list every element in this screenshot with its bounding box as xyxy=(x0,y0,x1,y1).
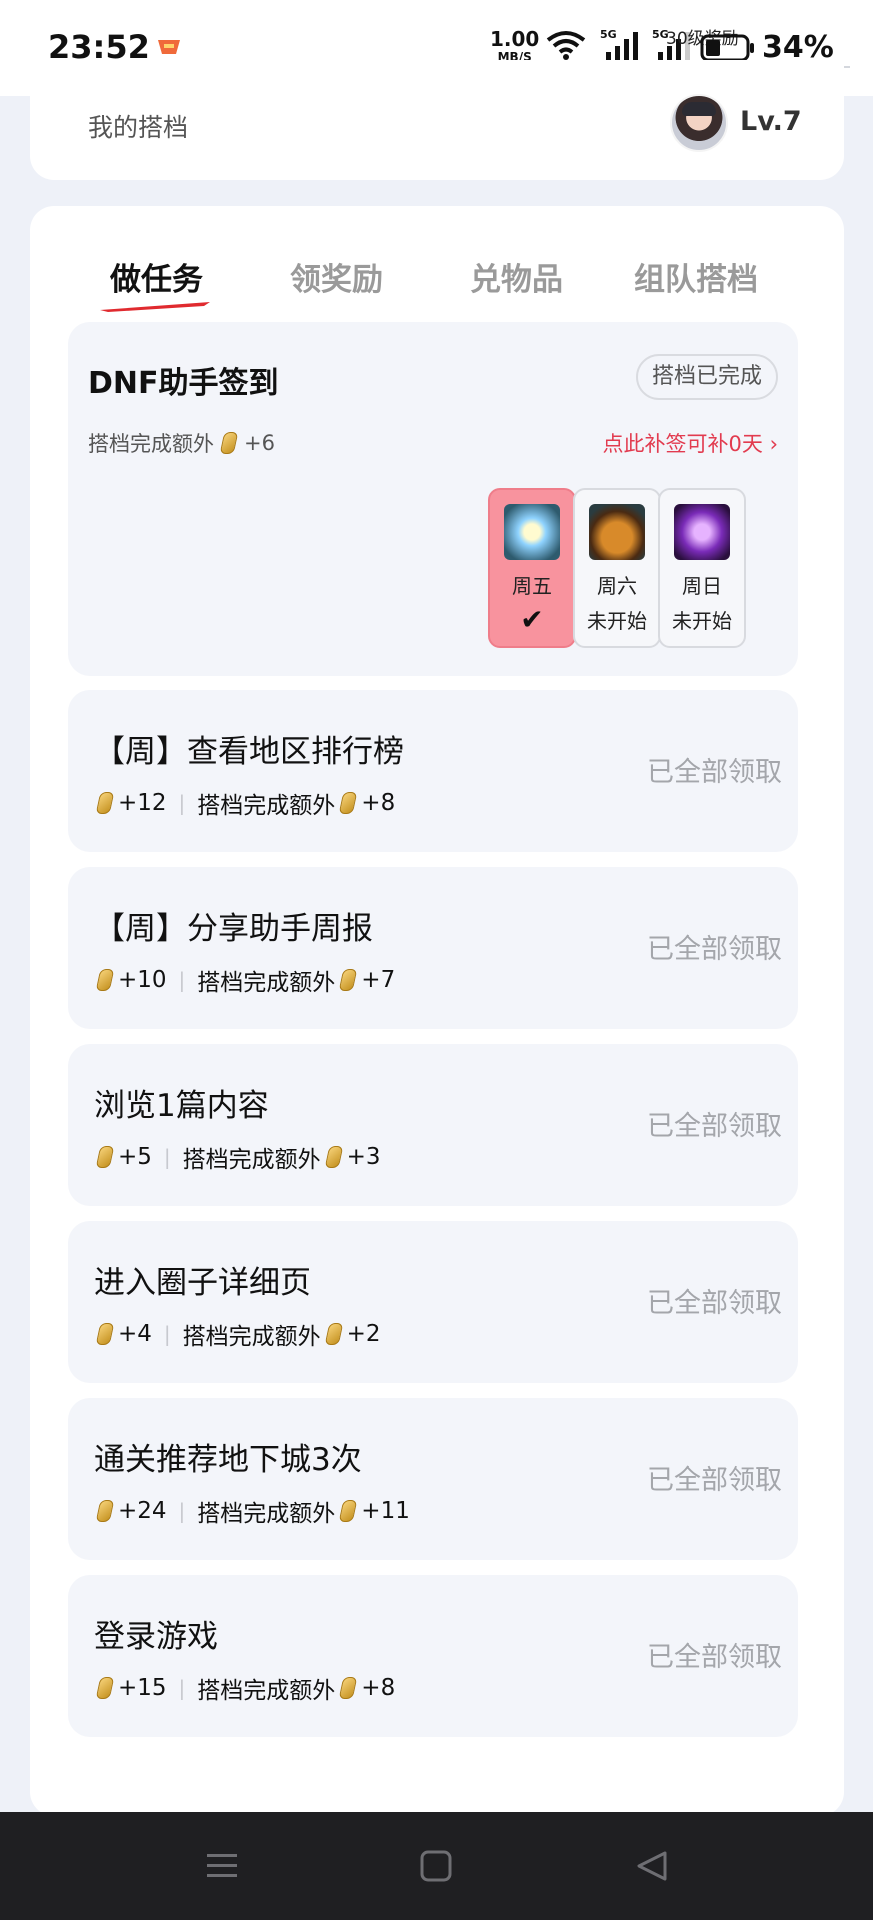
task-item: 浏览1篇内容 +5 | 搭档完成额外 +3 已全部领取 xyxy=(68,1044,798,1206)
coin-icon xyxy=(338,969,358,991)
tab-claim-rewards[interactable]: 领奖励 xyxy=(290,254,383,299)
crystal-box-icon xyxy=(674,504,730,560)
task-item: 【周】分享助手周报 +10 | 搭档完成额外 +7 已全部领取 xyxy=(68,867,798,1029)
partner-level: Lv.7 xyxy=(740,106,802,137)
sign-in-title: DNF助手签到 xyxy=(88,366,279,401)
potion-icon xyxy=(589,504,645,560)
partner-done-badge: 搭档已完成 xyxy=(635,354,778,400)
day-saturday[interactable]: 周六 未开始 xyxy=(573,488,661,648)
claimed-status: 已全部领取 xyxy=(647,1111,782,1142)
my-partner-label: 我的搭档 xyxy=(88,113,189,142)
svg-text:5G: 5G xyxy=(600,28,617,41)
task-item: 【周】查看地区排行榜 +12 | 搭档完成额外 +8 已全部领取 xyxy=(68,690,798,852)
home-icon xyxy=(420,1850,452,1882)
coin-icon xyxy=(95,1323,115,1345)
partner-header-card: 我的搭档 Lv.7 xyxy=(30,60,844,180)
battery-icon xyxy=(700,34,754,62)
tab-team-partner[interactable]: 组队搭档 xyxy=(634,254,758,299)
day-friday[interactable]: 周五 ✔ xyxy=(488,488,576,648)
claimed-status: 已全部领取 xyxy=(647,1642,782,1673)
avatar[interactable] xyxy=(670,94,728,152)
task-item: 进入圈子详细页 +4 | 搭档完成额外 +2 已全部领取 xyxy=(68,1221,798,1383)
tab-do-tasks[interactable]: 做任务 xyxy=(110,254,203,299)
menu-icon xyxy=(207,1854,237,1877)
day-sunday[interactable]: 周日 未开始 xyxy=(658,488,746,648)
makeup-sign-link[interactable]: 点此补签可补0天 › xyxy=(603,428,778,458)
coin-icon xyxy=(338,1500,358,1522)
coin-icon xyxy=(95,1146,115,1168)
coin-icon xyxy=(324,1146,343,1168)
coin-icon xyxy=(95,969,115,991)
tab-redeem-items[interactable]: 兑物品 xyxy=(470,254,563,299)
coin-icon xyxy=(95,792,115,814)
game-app-icon xyxy=(158,40,180,54)
claimed-status: 已全部领取 xyxy=(647,1288,782,1319)
coin-icon xyxy=(324,1323,343,1345)
claimed-status: 已全部领取 xyxy=(647,1465,782,1496)
task-item: 通关推荐地下城3次 +24 | 搭档完成额外 +11 已全部领取 xyxy=(68,1398,798,1560)
wifi-icon xyxy=(546,31,586,60)
coin-icon xyxy=(95,1677,115,1699)
system-nav-bar xyxy=(0,1812,873,1920)
coin-icon xyxy=(338,792,358,814)
coin-icon xyxy=(95,1500,115,1522)
sign-in-card: DNF助手签到 搭档已完成 搭档完成额外 +6 点此补签可补0天 › 周五 ✔ … xyxy=(68,322,798,676)
back-icon xyxy=(637,1851,667,1881)
checkmark-icon: ✔ xyxy=(520,603,544,636)
menu-button[interactable] xyxy=(182,1812,262,1920)
home-button[interactable] xyxy=(396,1812,476,1920)
sign-in-extra: 搭档完成额外 +6 xyxy=(88,431,275,456)
sign-reward-icon xyxy=(504,504,560,560)
coin-icon xyxy=(338,1677,358,1699)
claimed-status: 已全部领取 xyxy=(647,934,782,965)
chevron-right-icon: › xyxy=(769,432,778,456)
task-panel: 做任务 领奖励 兑物品 组队搭档 DNF助手签到 搭档已完成 搭档完成额外 +6… xyxy=(30,206,844,1816)
task-item: 登录游戏 +15 | 搭档完成额外 +8 已全部领取 xyxy=(68,1575,798,1737)
active-tab-indicator xyxy=(100,302,210,312)
claimed-status: 已全部领取 xyxy=(647,757,782,788)
back-button[interactable] xyxy=(612,1812,692,1920)
coin-icon xyxy=(219,432,239,454)
signal-icon: 5G xyxy=(600,28,638,60)
